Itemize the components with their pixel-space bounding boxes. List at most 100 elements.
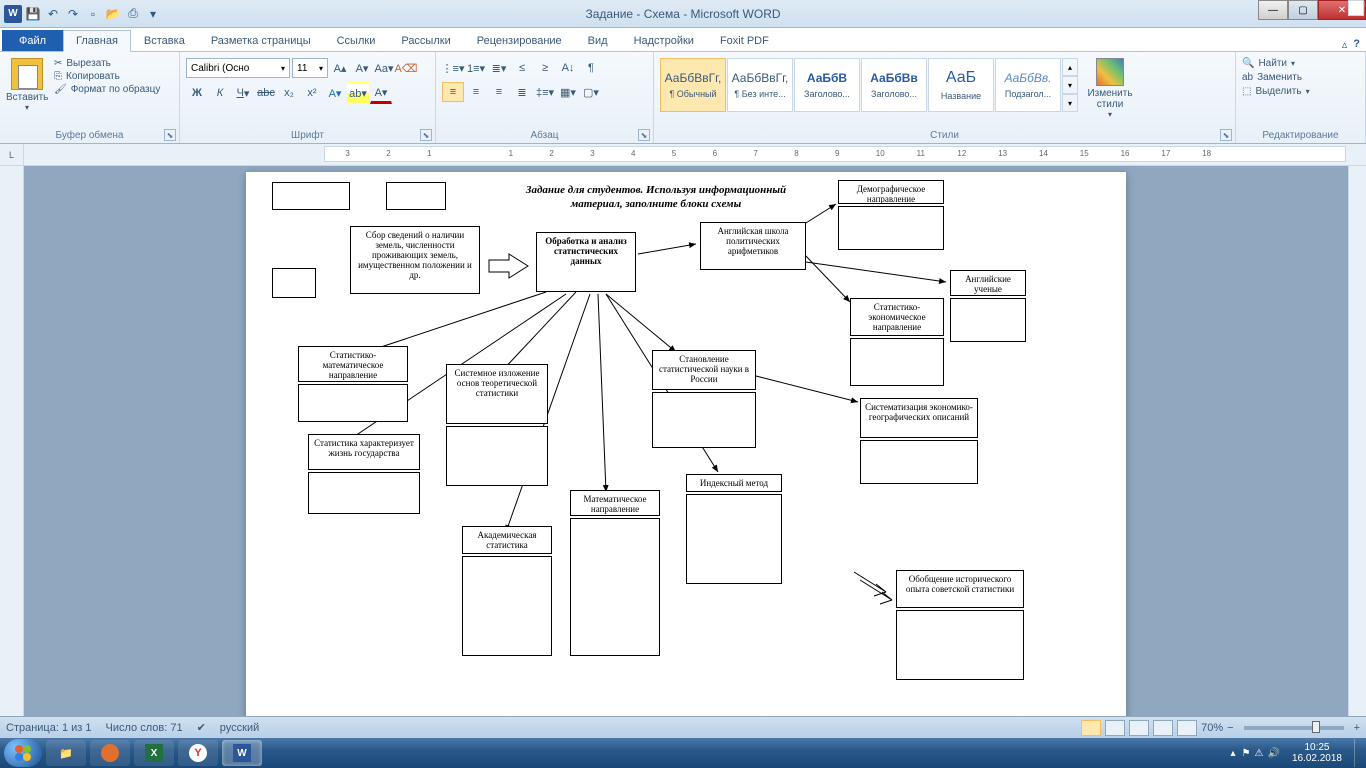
clock[interactable]: 10:25 16.02.2018 (1286, 742, 1348, 764)
clear-format-button[interactable]: A⌫ (396, 58, 416, 78)
box-index[interactable]: Индексный метод (686, 474, 782, 492)
style-normal[interactable]: АаБбВвГг,¶ Обычный (660, 58, 726, 112)
empty-box-stat-econ[interactable] (850, 338, 944, 386)
box-systematic[interactable]: Системное изложение основ теоретической … (446, 364, 548, 424)
box-academic[interactable]: Академическая статистика (462, 526, 552, 554)
box-demographic[interactable]: Демографическое направление (838, 180, 944, 204)
minimize-ribbon-icon[interactable]: ▵ (1342, 38, 1348, 51)
status-proofing-icon[interactable]: ✔ (197, 721, 206, 734)
box-russia[interactable]: Становление статистической науки в Росси… (652, 350, 756, 390)
horizontal-ruler[interactable]: 321 123 456 789 101112 131415 161718 (324, 146, 1346, 162)
redo-icon[interactable]: ↷ (64, 5, 82, 23)
multilevel-button[interactable]: ≣▾ (488, 58, 510, 78)
tab-review[interactable]: Рецензирование (464, 30, 575, 51)
undo-icon[interactable]: ↶ (44, 5, 62, 23)
empty-box-math-dir[interactable] (570, 518, 660, 656)
style-heading2[interactable]: АаБбВвЗаголово... (861, 58, 927, 112)
vertical-scrollbar[interactable] (1348, 166, 1366, 716)
empty-box-soviet[interactable] (896, 610, 1024, 680)
paste-button[interactable]: Вставить ▾ (6, 54, 48, 112)
tab-mailings[interactable]: Рассылки (388, 30, 463, 51)
tab-addins[interactable]: Надстройки (621, 30, 707, 51)
box-stat-math[interactable]: Статистико-математическое направление (298, 346, 408, 382)
status-words[interactable]: Число слов: 71 (106, 722, 183, 734)
empty-box-english[interactable] (950, 298, 1026, 342)
status-language[interactable]: русский (220, 722, 259, 734)
shading-button[interactable]: ▦▾ (557, 82, 579, 102)
start-button[interactable] (4, 739, 42, 767)
style-subtitle[interactable]: АаБбВв.Подзагол... (995, 58, 1061, 112)
strike-button[interactable]: abc (255, 82, 277, 104)
subscript-button[interactable]: x₂ (278, 82, 300, 104)
underline-button[interactable]: Ч▾ (232, 82, 254, 104)
minimize-button[interactable]: — (1258, 0, 1288, 20)
show-marks-button[interactable]: ¶ (580, 58, 602, 78)
align-left-button[interactable]: ≡ (442, 82, 464, 102)
bullets-button[interactable]: ⋮≡▾ (442, 58, 464, 78)
tab-insert[interactable]: Вставка (131, 30, 198, 51)
maximize-button[interactable]: ▢ (1288, 0, 1318, 20)
tab-layout[interactable]: Разметка страницы (198, 30, 324, 51)
document-scroll[interactable]: Задание для студентов. Используя информа… (24, 166, 1348, 716)
shrink-font-button[interactable]: A▾ (352, 58, 372, 78)
align-right-button[interactable]: ≡ (488, 82, 510, 102)
format-painter-button[interactable]: 🖌Формат по образцу (54, 84, 160, 95)
view-web[interactable] (1129, 720, 1149, 736)
sort-button[interactable]: A↓ (557, 58, 579, 78)
change-styles-button[interactable]: Изменить стили ▾ (1082, 54, 1138, 119)
task-word[interactable]: W (222, 740, 262, 766)
line-spacing-button[interactable]: ‡≡▾ (534, 82, 556, 102)
qat-dropdown-icon[interactable]: ▾ (144, 5, 162, 23)
empty-box-systematic[interactable] (446, 426, 548, 486)
empty-box-systematization[interactable] (860, 440, 978, 484)
ruler-toggle[interactable] (1348, 0, 1364, 16)
qat-open-icon[interactable]: 📂 (104, 5, 122, 23)
align-center-button[interactable]: ≡ (465, 82, 487, 102)
tray-volume-icon[interactable]: 🔊 (1267, 748, 1279, 759)
empty-box-1[interactable] (272, 182, 350, 210)
task-app1[interactable] (90, 740, 130, 766)
box-life[interactable]: Статистика характеризует жизнь государст… (308, 434, 420, 470)
empty-box-stat-math[interactable] (298, 384, 408, 422)
empty-box-3[interactable] (272, 268, 316, 298)
tray-up-icon[interactable]: ▴ (1231, 748, 1236, 759)
change-case-button[interactable]: Aa▾ (374, 58, 394, 78)
view-draft[interactable] (1177, 720, 1197, 736)
tab-view[interactable]: Вид (575, 30, 621, 51)
style-heading1[interactable]: АаБбВЗаголово... (794, 58, 860, 112)
tab-home[interactable]: Главная (63, 30, 131, 52)
qat-new-icon[interactable]: ▫ (84, 5, 102, 23)
box-obrabotka[interactable]: Обработка и анализ статистических данных (536, 232, 636, 292)
box-sbor[interactable]: Сбор сведений о наличии земель, численно… (350, 226, 480, 294)
zoom-level[interactable]: 70% (1201, 722, 1223, 734)
numbering-button[interactable]: 1≡▾ (465, 58, 487, 78)
styles-more[interactable]: ▴▾▾ (1062, 58, 1078, 119)
help-icon[interactable]: ? (1353, 38, 1360, 51)
show-desktop-button[interactable] (1354, 739, 1362, 767)
box-soviet[interactable]: Обобщение исторического опыта советской … (896, 570, 1024, 608)
cut-button[interactable]: ✂Вырезать (54, 58, 160, 69)
select-button[interactable]: ⬚Выделить▾ (1242, 86, 1359, 97)
grow-font-button[interactable]: A▴ (330, 58, 350, 78)
italic-button[interactable]: К (209, 82, 231, 104)
font-size-combo[interactable]: 11▾ (292, 58, 328, 78)
task-yandex[interactable]: Y (178, 740, 218, 766)
task-excel[interactable]: X (134, 740, 174, 766)
find-button[interactable]: 🔍Найти▾ (1242, 58, 1359, 69)
empty-box-index[interactable] (686, 494, 782, 584)
font-launcher[interactable]: ⬊ (420, 129, 432, 141)
tab-references[interactable]: Ссылки (324, 30, 389, 51)
text-effects-button[interactable]: A▾ (324, 82, 346, 104)
style-title[interactable]: АаБНазвание (928, 58, 994, 112)
font-name-combo[interactable]: Calibri (Осно▾ (186, 58, 290, 78)
box-systematization[interactable]: Систематизация экономико-географических … (860, 398, 978, 438)
font-color-button[interactable]: A▾ (370, 82, 392, 104)
box-stat-econ[interactable]: Статистико-экономическое направление (850, 298, 944, 336)
ruler-corner[interactable]: L (0, 144, 24, 166)
zoom-out-button[interactable]: − (1227, 722, 1233, 734)
box-english-school[interactable]: Английская школа политических арифметико… (700, 222, 806, 270)
task-explorer[interactable]: 📁 (46, 740, 86, 766)
style-nospacing[interactable]: АаБбВвГг,¶ Без инте... (727, 58, 793, 112)
tab-foxit[interactable]: Foxit PDF (707, 30, 782, 51)
tray-flag-icon[interactable]: ⚑ (1242, 748, 1251, 759)
